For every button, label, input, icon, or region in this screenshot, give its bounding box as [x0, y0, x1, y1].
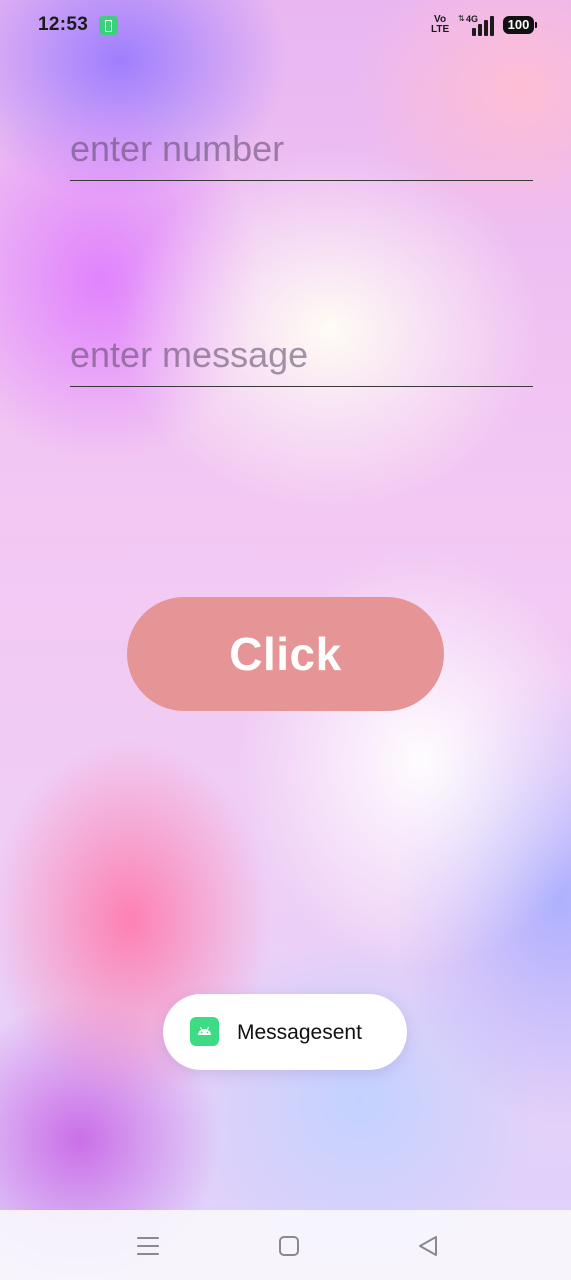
click-button[interactable]: Click [127, 597, 444, 711]
battery-icon: 100 [503, 16, 537, 34]
signal-icon: ⇅ 4G [458, 14, 498, 36]
number-field-container [70, 128, 533, 181]
android-icon [190, 1017, 219, 1046]
volte-icon: Vo LTE [431, 15, 449, 35]
data-arrows-icon: ⇅ [458, 14, 465, 23]
status-bar: 12:53 Vo LTE ⇅ 4G 100 [0, 0, 571, 52]
toast: Messagesent [163, 994, 407, 1070]
status-time: 12:53 [38, 14, 89, 35]
back-icon[interactable] [414, 1232, 442, 1260]
battery-saver-icon [99, 16, 118, 35]
message-field-container [70, 334, 533, 387]
number-input[interactable] [70, 128, 533, 170]
volte-label-bottom: LTE [431, 24, 450, 35]
toast-message: Messagesent [237, 1021, 362, 1044]
home-icon[interactable] [275, 1232, 303, 1260]
navigation-bar [0, 1210, 571, 1280]
menu-icon[interactable] [134, 1232, 162, 1260]
signal-bars-icon [472, 16, 494, 36]
message-input[interactable] [70, 334, 533, 376]
